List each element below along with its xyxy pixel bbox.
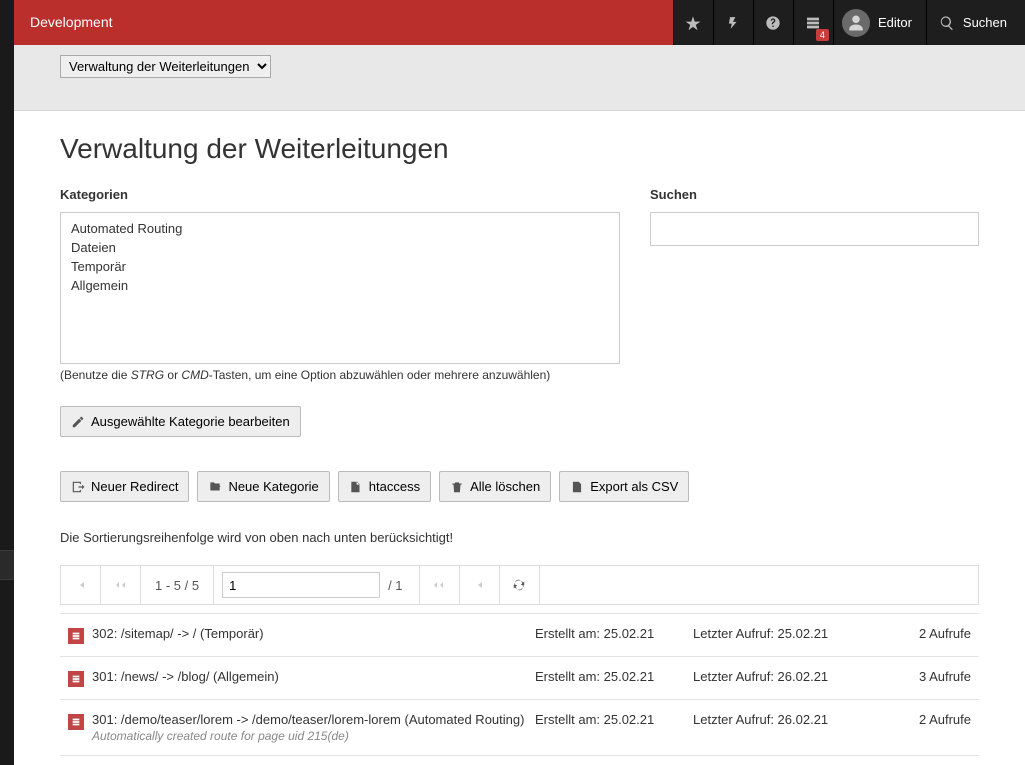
module-sidebar-collapsed <box>0 0 14 765</box>
module-function-select[interactable]: Verwaltung der Weiterleitungen <box>60 55 271 78</box>
pager-first[interactable] <box>61 566 101 604</box>
user-menu[interactable]: Editor <box>833 0 926 45</box>
table-row[interactable]: 301: /news/ -> /blog/ (Allgemein) Erstell… <box>60 657 979 700</box>
redirect-icon <box>68 714 84 730</box>
page-title: Verwaltung der Weiterleitungen <box>60 133 979 165</box>
category-option[interactable]: Automated Routing <box>71 219 609 238</box>
action-toolbar: Neuer Redirect Neue Kategorie htaccess A… <box>60 471 979 502</box>
new-category-button[interactable]: Neue Kategorie <box>197 471 329 502</box>
categories-label: Kategorien <box>60 187 620 202</box>
pager-next[interactable] <box>420 566 460 604</box>
row-last-access: Letzter Aufruf: 26.02.21 <box>693 669 893 684</box>
table-row[interactable]: 302: /sitemap/ -> / (Temporär) Erstellt a… <box>60 614 979 657</box>
htaccess-button[interactable]: htaccess <box>338 471 431 502</box>
topbar: Development 4 Editor <box>14 0 1025 45</box>
row-last-access: Letzter Aufruf: 25.02.21 <box>693 626 893 641</box>
row-title: 301: /demo/teaser/lorem -> /demo/teaser/… <box>92 712 527 743</box>
notification-badge: 4 <box>816 29 829 41</box>
row-created: Erstellt am: 25.02.21 <box>535 712 685 727</box>
pager-total: / 1 <box>388 566 414 604</box>
row-call-count: 2 Aufrufe <box>901 626 971 641</box>
row-call-count: 2 Aufrufe <box>901 712 971 727</box>
search-input[interactable] <box>650 212 979 246</box>
row-title: 301: /news/ -> /blog/ (Allgemein) <box>92 669 527 684</box>
pagination: 1 - 5 / 5 / 1 <box>60 565 979 605</box>
delete-all-button[interactable]: Alle löschen <box>439 471 551 502</box>
pager-page-input[interactable] <box>222 572 380 598</box>
categories-hint: (Benutze die STRG or CMD-Tasten, um eine… <box>60 368 620 382</box>
pager-prev[interactable] <box>101 566 141 604</box>
row-title: 302: /sitemap/ -> / (Temporär) <box>92 626 527 641</box>
category-option[interactable]: Temporär <box>71 257 609 276</box>
table-row[interactable]: 301: /demo/teaser/lorem -> /demo/teaser/… <box>60 700 979 756</box>
bookmark-button[interactable] <box>673 0 713 45</box>
redirect-icon <box>68 671 84 687</box>
avatar <box>842 9 870 37</box>
category-option[interactable]: Dateien <box>71 238 609 257</box>
redirect-table: 302: /sitemap/ -> / (Temporär) Erstellt a… <box>60 613 979 765</box>
sort-note: Die Sortierungsreihenfolge wird von oben… <box>60 530 979 545</box>
row-created: Erstellt am: 25.02.21 <box>535 669 685 684</box>
help-button[interactable] <box>753 0 793 45</box>
pager-reload[interactable] <box>500 566 540 604</box>
table-row[interactable]: 301: /en/career/application/ -> t3://pag… <box>60 756 979 765</box>
export-csv-button[interactable]: Export als CSV <box>559 471 689 502</box>
global-search[interactable]: Suchen <box>926 0 1025 45</box>
user-role-label: Editor <box>878 15 912 30</box>
pager-last[interactable] <box>460 566 500 604</box>
row-last-access: Letzter Aufruf: 26.02.21 <box>693 712 893 727</box>
category-option[interactable]: Allgemein <box>71 276 609 295</box>
new-redirect-button[interactable]: Neuer Redirect <box>60 471 189 502</box>
redirect-icon <box>68 628 84 644</box>
row-created: Erstellt am: 25.02.21 <box>535 626 685 641</box>
notifications-button[interactable]: 4 <box>793 0 833 45</box>
row-call-count: 3 Aufrufe <box>901 669 971 684</box>
context-title: Development <box>14 0 129 45</box>
content-area: Verwaltung der Weiterleitungen Kategorie… <box>14 111 1025 765</box>
search-label: Suchen <box>650 187 979 202</box>
flash-button[interactable] <box>713 0 753 45</box>
categories-listbox[interactable]: Automated Routing Dateien Temporär Allge… <box>60 212 620 364</box>
edit-category-button[interactable]: Ausgewählte Kategorie bearbeiten <box>60 406 301 437</box>
sidebar-expand-handle[interactable] <box>0 550 14 580</box>
module-subheader: Verwaltung der Weiterleitungen <box>14 45 1025 111</box>
global-search-label: Suchen <box>963 15 1007 30</box>
pager-range: 1 - 5 / 5 <box>141 566 214 604</box>
